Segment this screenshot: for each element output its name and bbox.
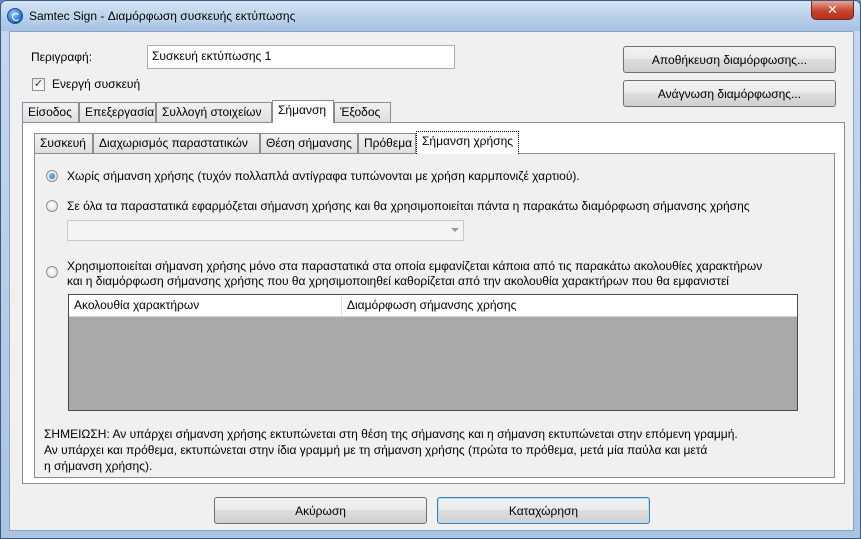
radio-all-documents[interactable] — [46, 200, 58, 212]
subtab-marking-position[interactable]: Θέση σήμανσης — [260, 133, 358, 153]
submit-button[interactable]: Καταχώρηση — [437, 497, 650, 524]
table-header: Ακολουθία χαρακτήρων Διαμόρφωση σήμανσης… — [69, 295, 797, 317]
column-header-sequence[interactable]: Ακολουθία χαρακτήρων — [69, 295, 342, 316]
title-bar[interactable]: Samtec Sign - Διαμόρφωση συσκευής εκτύπω… — [1, 1, 860, 31]
sub-tab-strip: Συσκευή Διαχωρισμός παραστατικών Θέση σή… — [34, 131, 534, 154]
active-device-label: Ενεργή συσκευή — [52, 77, 141, 91]
tab-processing[interactable]: Επεξεργασία — [79, 102, 156, 122]
close-button[interactable]: ✕ — [811, 1, 854, 20]
main-tab-strip: Είσοδος Επεξεργασία Συλλογή στοιχείων Σή… — [22, 100, 422, 123]
description-input[interactable]: Συσκευή εκτύπωσης 1 — [147, 45, 455, 69]
tab-data-collection[interactable]: Συλλογή στοιχείων — [156, 102, 272, 122]
radio-some-documents[interactable] — [46, 266, 58, 278]
active-device-checkbox[interactable]: ✓ — [32, 78, 45, 91]
usage-config-combo[interactable] — [67, 220, 464, 241]
window-title: Samtec Sign - Διαμόρφωση συσκευής εκτύπω… — [29, 9, 296, 23]
radio-no-usage-marking[interactable] — [46, 170, 58, 182]
option-all-documents-label: Σε όλα τα παραστατικά εφαρμόζεται σήμανσ… — [67, 199, 750, 213]
description-label: Περιγραφή: — [31, 50, 93, 64]
marking-tab-panel: Συσκευή Διαχωρισμός παραστατικών Θέση σή… — [22, 122, 845, 484]
tab-input[interactable]: Είσοδος — [22, 102, 79, 122]
subtab-prefix[interactable]: Πρόθεμα — [358, 133, 416, 153]
tab-marking[interactable]: Σήμανση — [272, 100, 334, 123]
subtab-usage-marking[interactable]: Σήμανση χρήσης — [416, 131, 519, 154]
chevron-down-icon — [451, 228, 459, 232]
tab-output[interactable]: Έξοδος — [334, 102, 391, 122]
char-sequence-table[interactable]: Ακολουθία χαρακτήρων Διαμόρφωση σήμανσης… — [68, 294, 798, 411]
note-line-3: η σήμανση χρήσης). — [44, 459, 153, 473]
usage-marking-panel: Χωρίς σήμανση χρήσης (τυχόν πολλαπλά αντ… — [34, 153, 835, 478]
load-config-button[interactable]: Ανάγνωση διαμόρφωσης... — [623, 80, 836, 107]
note-line-2: Αν υπάρχει και πρόθεμα, εκτυπώνεται στην… — [44, 443, 708, 457]
subtab-document-separation[interactable]: Διαχωρισμός παραστατικών — [93, 133, 260, 153]
cancel-button[interactable]: Ακύρωση — [214, 497, 427, 524]
app-icon — [7, 8, 23, 24]
save-config-button[interactable]: Αποθήκευση διαμόρφωσης... — [623, 46, 836, 73]
option-some-documents-line2: και η διαμόρφωση σήμανσης χρήσης που θα … — [67, 274, 729, 288]
dialog-client-area: Περιγραφή: Συσκευή εκτύπωσης 1 ✓ Ενεργή … — [9, 31, 854, 531]
option-no-usage-label: Χωρίς σήμανση χρήσης (τυχόν πολλαπλά αντ… — [67, 169, 580, 183]
column-header-config[interactable]: Διαμόρφωση σήμανσης χρήσης — [342, 295, 642, 316]
subtab-device[interactable]: Συσκευή — [34, 133, 93, 153]
dialog-window: Samtec Sign - Διαμόρφωση συσκευής εκτύπω… — [0, 0, 861, 539]
option-some-documents-line1: Χρησιμοποιείται σήμανση χρήσης μόνο στα … — [67, 259, 763, 273]
note-line-1: ΣΗΜΕΙΩΣΗ: Αν υπάρχει σήμανση χρήσης εκτυ… — [44, 427, 738, 441]
